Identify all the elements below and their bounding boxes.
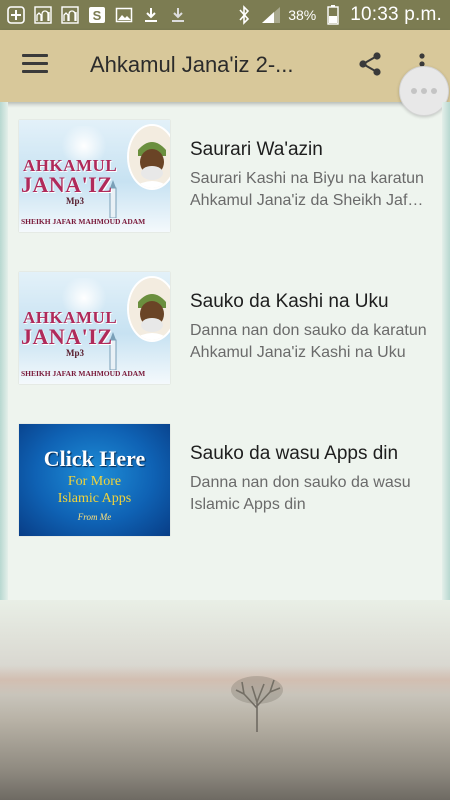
svg-text:S: S [93,8,102,23]
menu-icon-bar [22,62,48,65]
page-title: Ahkamul Jana'iz 2-... [90,52,294,77]
bluetooth-icon [234,5,254,25]
ahkamul-janaiz-thumbnail: AHKAMUL JANA'IZ Mp3 SHEIKH JAFAR MAHMOUD… [19,120,170,232]
click-here-thumbnail: Click Here For More Islamic Apps From Me [19,424,170,536]
status-bar-system: 38% 10:33 p.m. [234,4,442,26]
thumbnail-sub1: For More [67,474,122,489]
battery-icon [323,5,343,25]
list-item-subtitle: Saurari Kashi na Biyu na karatun Ahkamul… [190,170,424,209]
list-item-sauko-apps[interactable]: Click Here For More Islamic Apps From Me… [19,424,439,538]
thumbnail-sub2: Islamic Apps [57,491,132,506]
list-item-title: Saurari Wa'azin [190,139,323,160]
list-item-saurari[interactable]: AHKAMUL JANA'IZ Mp3 SHEIKH JAFAR MAHMOUD… [19,120,439,234]
image-icon [114,5,134,25]
dot [431,88,437,94]
mosque-app-icon [33,5,53,25]
thumbnail-from: From Me [77,512,112,522]
download-icon [141,5,161,25]
sheikh-portrait [127,124,170,190]
dot [411,88,417,94]
menu-icon-bar [22,70,48,73]
thumbnail-author: SHEIKH JAFAR MAHMOUD ADAM [21,217,146,226]
list-item-title: Sauko da wasu Apps din [190,443,399,464]
dot [421,88,427,94]
list-item-subtitle: Danna nan don sauko da karatun Ahkamul J… [190,322,427,361]
thumbnail-mp3: Mp3 [66,348,84,358]
status-bar: S 38% 10:33 p.m. [0,0,450,30]
list-item-sauko-kashi[interactable]: AHKAMUL JANA'IZ Mp3 SHEIKH JAFAR MAHMOUD… [19,272,439,386]
signal-icon [261,5,281,25]
battery-percent: 38% [288,7,317,23]
thumbnail-line2: JANA'IZ [21,324,113,349]
menu-icon-bar [22,54,48,57]
menu-button[interactable] [22,54,48,76]
thumbnail-mp3: Mp3 [66,196,84,206]
ahkamul-janaiz-thumbnail: AHKAMUL JANA'IZ Mp3 SHEIKH JAFAR MAHMOUD… [19,272,170,384]
thumbnail-author: SHEIKH JAFAR MAHMOUD ADAM [21,369,146,378]
s-app-icon: S [87,5,107,25]
thumbnail-line2: JANA'IZ [21,172,113,197]
share-icon [359,52,381,76]
add-icon [6,5,26,25]
status-bar-notifications: S [6,5,188,25]
app-bar: Ahkamul Jana'iz 2-... [0,30,450,102]
thumbnail-headline: Click Here [43,446,146,471]
sheikh-portrait [127,276,170,342]
clock: 10:33 p.m. [350,4,442,25]
list-item-subtitle: Danna nan don sauko da wasu Islamic Apps… [190,474,411,513]
download-icon [168,5,188,25]
share-button[interactable] [356,50,384,78]
list-item-title: Sauko da Kashi na Uku [190,291,389,312]
tree-illustration [231,676,283,732]
mosque-app-icon [60,5,80,25]
thumbnail-subtext: For More Islamic Apps [19,473,170,507]
